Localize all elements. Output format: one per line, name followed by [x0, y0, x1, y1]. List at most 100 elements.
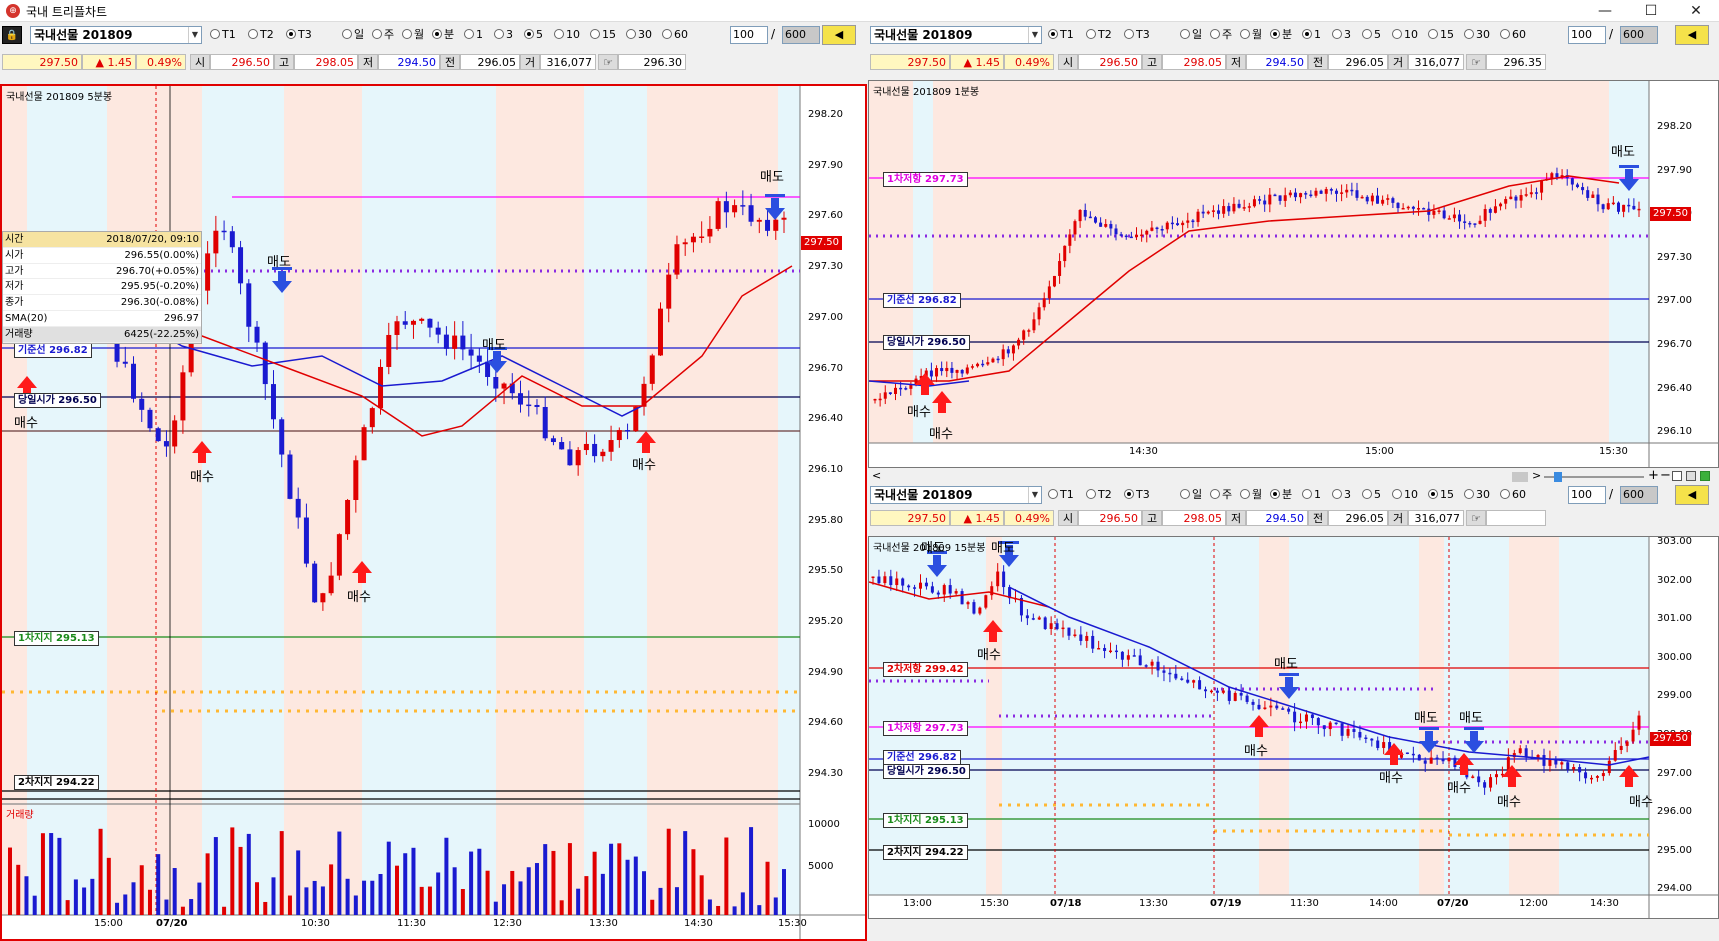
radio-icon[interactable] [432, 29, 442, 39]
radio-period-0[interactable]: 일 [1180, 28, 1202, 41]
radio-icon[interactable] [372, 29, 382, 39]
radio-period-1[interactable]: 주 [1210, 28, 1232, 41]
scroll-left-button[interactable]: ◀ [1675, 25, 1709, 45]
radio-icon[interactable] [1210, 29, 1220, 39]
scroll-left-button[interactable]: ◀ [822, 25, 856, 45]
radio-min-1[interactable]: 1 [1302, 488, 1321, 501]
symbol-select[interactable]: 국내선물 201809 ▼ [30, 26, 202, 44]
radio-min-60[interactable]: 60 [1500, 28, 1526, 41]
radio-period-0[interactable]: 일 [342, 28, 364, 41]
radio-icon[interactable] [1086, 489, 1096, 499]
radio-min-5[interactable]: 5 [1362, 28, 1381, 41]
radio-icon[interactable] [1500, 29, 1510, 39]
radio-icon[interactable] [494, 29, 504, 39]
radio-min-15[interactable]: 15 [1428, 488, 1454, 501]
right-bottom-chart-15min[interactable]: 303.00302.00301.00300.00299.00298.00297.… [868, 536, 1719, 919]
radio-min-10[interactable]: 10 [1392, 28, 1418, 41]
radio-icon[interactable] [554, 29, 564, 39]
radio-icon[interactable] [1180, 489, 1190, 499]
radio-period-1[interactable]: 주 [372, 28, 394, 41]
radio-period-3[interactable]: 분 [1270, 488, 1292, 501]
radio-period-3[interactable]: 분 [1270, 28, 1292, 41]
chevron-down-icon[interactable]: ▼ [1028, 487, 1041, 503]
radio-icon[interactable] [210, 29, 220, 39]
zoom-slider-handle[interactable] [1554, 472, 1562, 482]
radio-min-30[interactable]: 30 [626, 28, 652, 41]
chevron-down-icon[interactable]: ▼ [1028, 27, 1041, 43]
radio-icon[interactable] [464, 29, 474, 39]
radio-icon[interactable] [1428, 29, 1438, 39]
radio-icon[interactable] [1392, 29, 1402, 39]
radio-t1[interactable]: T1 [210, 28, 236, 41]
horizontal-scrollbar[interactable]: < > + − [868, 468, 1719, 484]
chevron-down-icon[interactable]: ▼ [188, 27, 201, 43]
radio-icon[interactable] [342, 29, 352, 39]
scroll-thumb[interactable] [1512, 472, 1528, 482]
radio-icon[interactable] [1464, 29, 1474, 39]
scroll-right-icon[interactable]: > [1532, 469, 1541, 482]
radio-icon[interactable] [1270, 29, 1280, 39]
count-input[interactable]: 100 [1568, 26, 1606, 44]
radio-icon[interactable] [1500, 489, 1510, 499]
radio-t3[interactable]: T3 [286, 28, 312, 41]
count-input[interactable]: 100 [1568, 486, 1606, 504]
radio-min-10[interactable]: 10 [1392, 488, 1418, 501]
radio-icon[interactable] [1270, 489, 1280, 499]
radio-period-3[interactable]: 분 [432, 28, 454, 41]
radio-t2[interactable]: T2 [248, 28, 274, 41]
radio-period-2[interactable]: 월 [1240, 488, 1262, 501]
count-input[interactable]: 100 [730, 26, 768, 44]
radio-t3[interactable]: T3 [1124, 488, 1150, 501]
radio-icon[interactable] [1180, 29, 1190, 39]
radio-icon[interactable] [1240, 489, 1250, 499]
radio-icon[interactable] [1302, 29, 1312, 39]
scroll-left-button[interactable]: ◀ [1675, 485, 1709, 505]
radio-icon[interactable] [1124, 29, 1134, 39]
radio-min-60[interactable]: 60 [662, 28, 688, 41]
radio-icon[interactable] [1332, 489, 1342, 499]
radio-icon[interactable] [248, 29, 258, 39]
radio-min-1[interactable]: 1 [464, 28, 483, 41]
radio-icon[interactable] [662, 29, 672, 39]
minimize-button[interactable]: — [1582, 0, 1628, 22]
radio-icon[interactable] [1302, 489, 1312, 499]
symbol-select[interactable]: 국내선물 201809 ▼ [870, 26, 1042, 44]
radio-min-1[interactable]: 1 [1302, 28, 1321, 41]
max-count-input[interactable]: 600 [1620, 26, 1658, 44]
zoom-in-icon[interactable]: + [1648, 468, 1659, 483]
radio-t1[interactable]: T1 [1048, 488, 1074, 501]
radio-period-2[interactable]: 월 [402, 28, 424, 41]
radio-min-10[interactable]: 10 [554, 28, 580, 41]
maximize-button[interactable]: ☐ [1628, 0, 1674, 22]
radio-min-5[interactable]: 5 [1362, 488, 1381, 501]
radio-icon[interactable] [590, 29, 600, 39]
scroll-left-icon[interactable]: < [872, 469, 881, 482]
radio-min-3[interactable]: 3 [1332, 28, 1351, 41]
radio-period-1[interactable]: 주 [1210, 488, 1232, 501]
excel-icon[interactable] [1700, 471, 1710, 481]
radio-icon[interactable] [626, 29, 636, 39]
max-count-input[interactable]: 600 [1620, 486, 1658, 504]
radio-min-3[interactable]: 3 [494, 28, 513, 41]
radio-min-5[interactable]: 5 [524, 28, 543, 41]
radio-icon[interactable] [1240, 29, 1250, 39]
radio-t2[interactable]: T2 [1086, 28, 1112, 41]
radio-min-60[interactable]: 60 [1500, 488, 1526, 501]
radio-t2[interactable]: T2 [1086, 488, 1112, 501]
radio-min-3[interactable]: 3 [1332, 488, 1351, 501]
radio-icon[interactable] [1124, 489, 1134, 499]
radio-period-2[interactable]: 월 [1240, 28, 1262, 41]
radio-icon[interactable] [1464, 489, 1474, 499]
radio-t3[interactable]: T3 [1124, 28, 1150, 41]
radio-icon[interactable] [1362, 29, 1372, 39]
lock-icon[interactable]: 🔒 [2, 26, 22, 44]
radio-icon[interactable] [1086, 29, 1096, 39]
radio-min-15[interactable]: 15 [1428, 28, 1454, 41]
radio-period-0[interactable]: 일 [1180, 488, 1202, 501]
zoom-out-icon[interactable]: − [1660, 468, 1671, 483]
radio-icon[interactable] [286, 29, 296, 39]
radio-icon[interactable] [1048, 29, 1058, 39]
print-icon[interactable] [1686, 471, 1696, 481]
radio-icon[interactable] [1362, 489, 1372, 499]
copy-icon[interactable] [1672, 471, 1682, 481]
